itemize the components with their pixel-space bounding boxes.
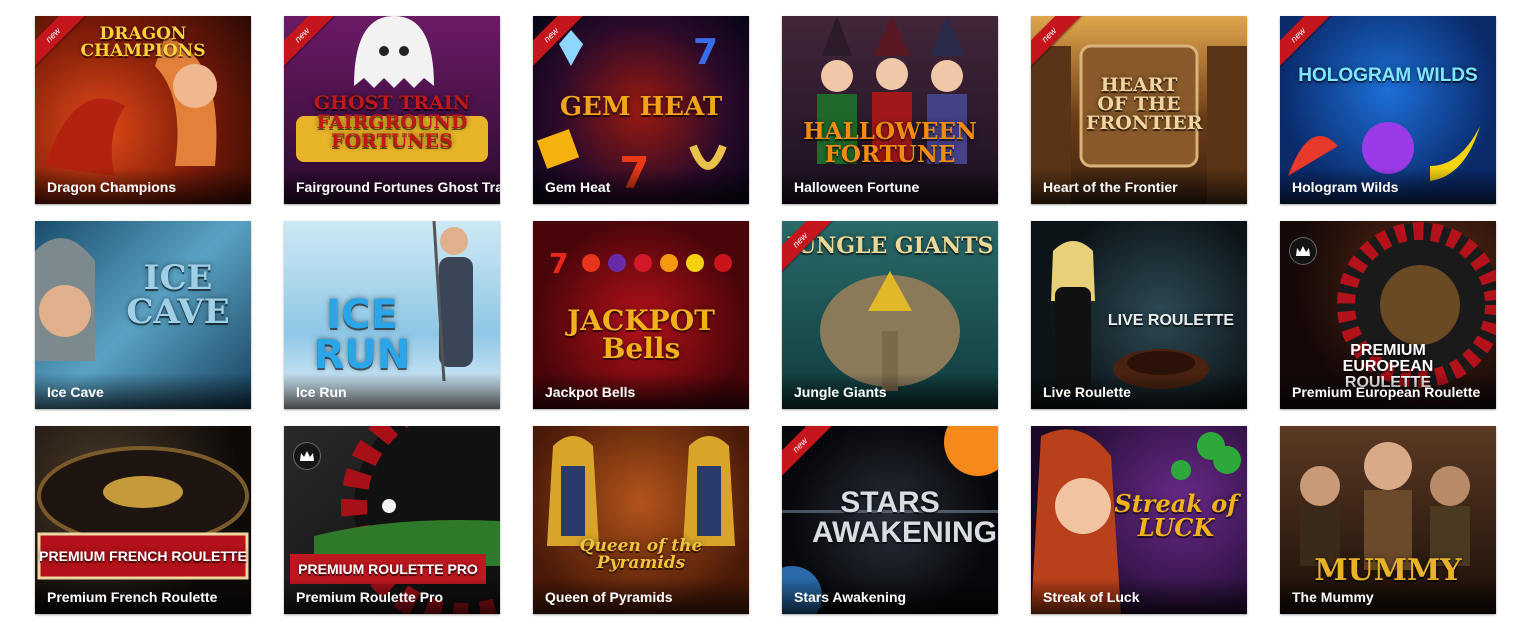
svg-text:7: 7 <box>693 32 718 73</box>
game-tile-gem-heat[interactable]: 7 7 GEM HEAT new Gem Heat <box>533 16 749 204</box>
game-tile-queen-of-pyramids[interactable]: Queen of the Pyramids Queen of Pyramids <box>533 426 749 614</box>
game-tile-live-roulette[interactable]: LIVE ROULETTE Live Roulette <box>1031 221 1247 409</box>
game-title[interactable]: Queen of Pyramids <box>533 578 749 614</box>
game-title[interactable]: Premium European Roulette <box>1280 373 1496 409</box>
game-tile-premium-european-roulette[interactable]: PREMIUM EUROPEAN ROULETTE Premium Europe… <box>1280 221 1496 409</box>
game-tile-ice-cave[interactable]: ICE CAVE Ice Cave <box>35 221 251 409</box>
game-title[interactable]: Premium French Roulette <box>35 578 251 614</box>
game-tile-halloween-fortune[interactable]: HALLOWEEN FORTUNE Halloween Fortune <box>782 16 998 204</box>
game-tile-ice-run[interactable]: ICE RUN Ice Run <box>284 221 500 409</box>
game-title[interactable]: Fairground Fortunes Ghost Train <box>284 168 500 204</box>
game-tile-stars-awakening[interactable]: STARS AWAKENING new Stars Awakening <box>782 426 998 614</box>
svg-text:7: 7 <box>549 247 568 280</box>
game-title[interactable]: Hologram Wilds <box>1280 168 1496 204</box>
game-tile-dragon-champions[interactable]: DRAGON CHAMPIONS new Dragon Champions <box>35 16 251 204</box>
game-tile-the-mummy[interactable]: MUMMY The Mummy <box>1280 426 1496 614</box>
game-title[interactable]: Live Roulette <box>1031 373 1247 409</box>
game-tile-jungle-giants[interactable]: JUNGLE GIANTS new Jungle Giants <box>782 221 998 409</box>
game-title[interactable]: The Mummy <box>1280 578 1496 614</box>
game-title[interactable]: Stars Awakening <box>782 578 998 614</box>
crown-icon <box>293 442 321 470</box>
game-title[interactable]: Ice Cave <box>35 373 251 409</box>
game-tile-jackpot-bells[interactable]: 7 JACKPOT Bells Jackpot Bells <box>533 221 749 409</box>
game-title[interactable]: Premium Roulette Pro <box>284 578 500 614</box>
game-title[interactable]: Ice Run <box>284 373 500 409</box>
game-tile-streak-of-luck[interactable]: Streak of LUCK Streak of Luck <box>1031 426 1247 614</box>
game-title[interactable]: Streak of Luck <box>1031 578 1247 614</box>
game-tile-premium-french-roulette[interactable]: PREMIUM FRENCH ROULETTE Premium French R… <box>35 426 251 614</box>
game-title[interactable]: Halloween Fortune <box>782 168 998 204</box>
crown-icon <box>1289 237 1317 265</box>
game-grid: DRAGON CHAMPIONS new Dragon Champions GH… <box>35 16 1496 614</box>
game-tile-fairground-fortunes[interactable]: GHOST TRAIN FAIRGROUND FORTUNES new Fair… <box>284 16 500 204</box>
game-tile-premium-roulette-pro[interactable]: PREMIUM ROULETTE PRO Premium Roulette Pr… <box>284 426 500 614</box>
game-tile-heart-of-the-frontier[interactable]: HEART OF THE FRONTIER new Heart of the F… <box>1031 16 1247 204</box>
game-title[interactable]: Jackpot Bells <box>533 373 749 409</box>
game-tile-hologram-wilds[interactable]: HOLOGRAM WILDS new Hologram Wilds <box>1280 16 1496 204</box>
game-title[interactable]: Jungle Giants <box>782 373 998 409</box>
game-title[interactable]: Dragon Champions <box>35 168 251 204</box>
game-title[interactable]: Heart of the Frontier <box>1031 168 1247 204</box>
game-title[interactable]: Gem Heat <box>533 168 749 204</box>
